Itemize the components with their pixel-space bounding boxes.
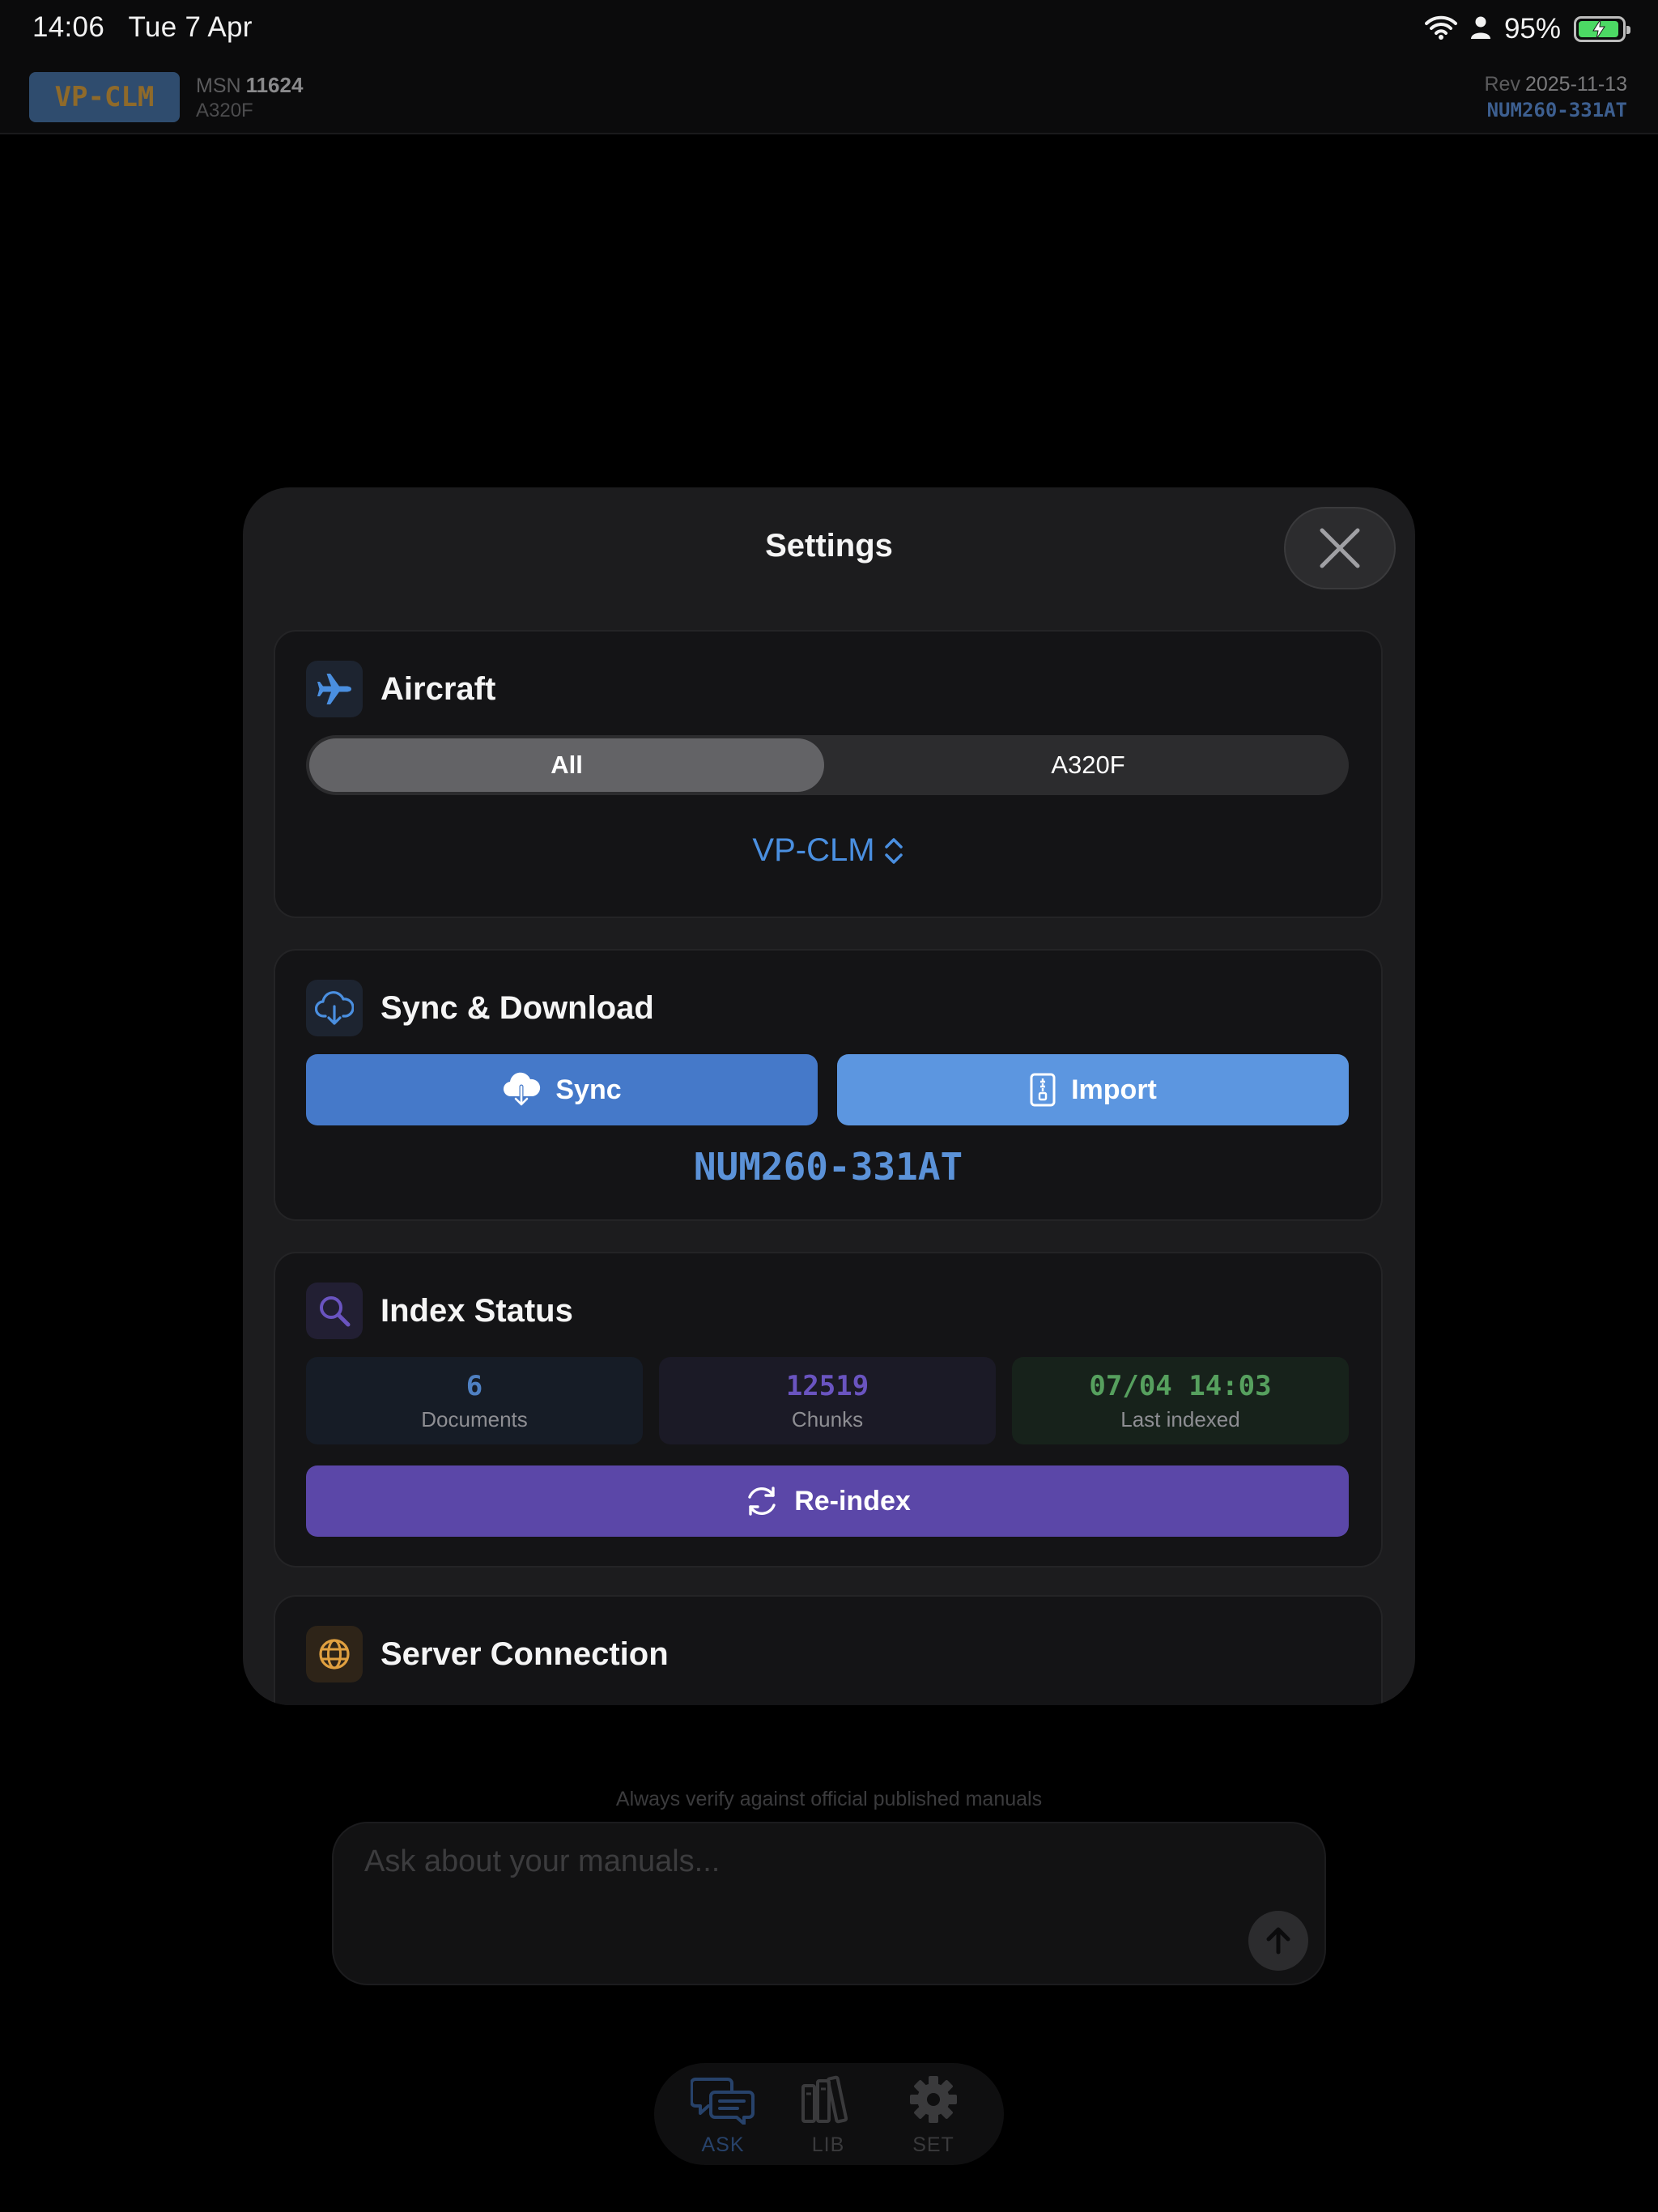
aircraft-card: Aircraft All A320F VP-CLM: [274, 630, 1383, 918]
import-button-label: Import: [1071, 1074, 1157, 1105]
aircraft-type: A320F: [196, 100, 253, 121]
chunks-label: Chunks: [791, 1407, 864, 1431]
cloud-download-icon: [504, 1072, 541, 1107]
status-time: 14:06 Tue 7 Apr: [32, 11, 253, 44]
chat-bubbles-icon: [690, 2078, 755, 2125]
index-status-card: Index Status 6 Documents 12519 Chunks 07…: [274, 1252, 1383, 1568]
chevron-up-down-icon: [884, 837, 903, 864]
close-button[interactable]: [1284, 507, 1396, 589]
sync-download-card: Sync & Download Sync Import NUM260-331AT: [274, 949, 1383, 1221]
msn-label: MSN: [196, 74, 241, 97]
status-clock: 14:06: [32, 11, 105, 43]
aircraft-card-title: Aircraft: [380, 670, 496, 707]
chat-composer: [332, 1822, 1326, 1985]
app-header: VP-CLM MSN 11624 A320F Rev 2025-11-13 NUM2…: [0, 62, 1658, 134]
server-connection-card: Server Connection: [274, 1595, 1383, 1705]
tab-set-label: SET: [912, 2133, 954, 2156]
cloud-download-icon: [306, 980, 363, 1036]
status-date: Tue 7 Apr: [128, 11, 253, 43]
registration-picker[interactable]: VP-CLM: [275, 832, 1381, 869]
aircraft-info: MSN 11624 A320F: [196, 73, 303, 122]
wifi-icon: [1424, 15, 1457, 44]
send-button[interactable]: [1248, 1911, 1308, 1971]
books-icon: [801, 2075, 848, 2124]
arrow-up-icon: [1266, 1927, 1290, 1955]
tab-ask-label: ASK: [701, 2133, 745, 2156]
airplane-icon: [306, 661, 363, 717]
sync-card-header: Sync & Download: [306, 980, 654, 1036]
magnifier-icon: [306, 1283, 363, 1339]
registration-picker-value: VP-CLM: [752, 832, 875, 868]
server-card-header: Server Connection: [306, 1626, 669, 1682]
msn-line: MSN 11624: [196, 73, 303, 98]
charging-bolt-icon: [1592, 19, 1605, 39]
document-code: NUM260-331AT: [1486, 99, 1627, 121]
battery-level: [1579, 19, 1619, 39]
documents-stat: 6 Documents: [306, 1357, 643, 1444]
disclaimer-text: Always verify against official published…: [615, 1788, 1043, 1810]
aircraft-card-header: Aircraft: [306, 661, 495, 717]
import-button[interactable]: Import: [837, 1054, 1349, 1125]
reindex-button-label: Re-index: [794, 1485, 911, 1516]
tab-ask[interactable]: ASK: [678, 2074, 767, 2157]
modal-title: Settings: [765, 528, 893, 564]
last-indexed-value: 07/04 14:03: [1089, 1370, 1272, 1402]
person-icon: [1470, 15, 1491, 44]
refresh-icon: [748, 1487, 776, 1516]
revision-date: 2025-11-13: [1524, 73, 1627, 96]
segment-a320f[interactable]: A320F: [831, 738, 1346, 792]
index-card-header: Index Status: [306, 1283, 573, 1339]
tab-set[interactable]: SET: [889, 2074, 978, 2157]
battery-icon: [1574, 16, 1630, 42]
chunks-count: 12519: [785, 1370, 869, 1402]
status-indicators: 95%: [1424, 11, 1630, 47]
aircraft-filter-segmented-control: All A320F: [306, 735, 1349, 795]
revision-info: Rev 2025-11-13 NUM260-331AT: [1485, 73, 1628, 121]
documents-label: Documents: [421, 1407, 528, 1431]
close-icon: [1320, 528, 1360, 568]
sync-button[interactable]: Sync: [306, 1054, 818, 1125]
settings-modal: Settings Aircraft All A320F VP-CLM Sync …: [243, 487, 1415, 1705]
index-card-title: Index Status: [380, 1292, 573, 1329]
last-indexed-stat: 07/04 14:03 Last indexed: [1012, 1357, 1349, 1444]
battery-percent: 95%: [1503, 13, 1561, 45]
registration-badge[interactable]: VP-CLM: [29, 72, 180, 122]
question-input[interactable]: [364, 1844, 1174, 1879]
globe-icon: [306, 1626, 363, 1682]
tab-bar: ASK LIB SET: [654, 2063, 1004, 2165]
status-bar: 14:06 Tue 7 Apr 95%: [0, 0, 1658, 62]
tab-lib[interactable]: LIB: [784, 2074, 873, 2157]
document-zip-icon: [1030, 1073, 1056, 1107]
rev-label: Rev: [1484, 73, 1520, 96]
gear-icon: [910, 2076, 957, 2123]
revision-line: Rev 2025-11-13: [1485, 73, 1628, 96]
server-card-title: Server Connection: [380, 1636, 669, 1672]
chunks-stat: 12519 Chunks: [659, 1357, 996, 1444]
last-indexed-label: Last indexed: [1120, 1407, 1240, 1431]
msn-value: 11624: [245, 73, 304, 97]
documents-count: 6: [466, 1370, 483, 1402]
sync-button-label: Sync: [555, 1074, 622, 1105]
tab-lib-label: LIB: [811, 2133, 845, 2156]
reindex-button[interactable]: Re-index: [306, 1465, 1349, 1537]
current-document-code: NUM260-331AT: [693, 1145, 963, 1189]
sync-card-title: Sync & Download: [380, 989, 654, 1026]
segment-all[interactable]: All: [309, 738, 824, 792]
